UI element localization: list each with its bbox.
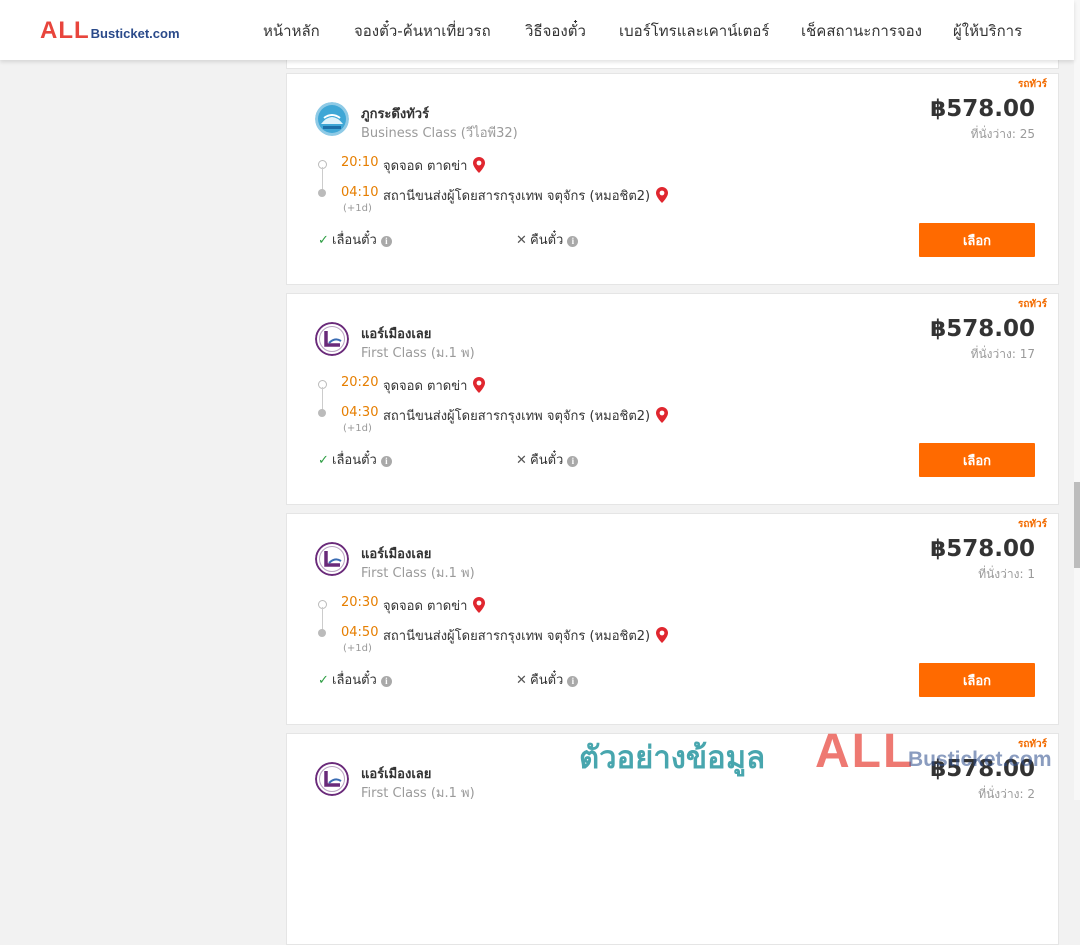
nav-check-status[interactable]: เช็คสถานะการจอง <box>801 19 922 43</box>
refund-feature: ✕ คืนตั๋ว i <box>516 229 579 250</box>
select-trip-button[interactable]: เลือก <box>919 443 1035 477</box>
arrival-place-label: สถานีขนส่งผู้โดยสารกรุงเทพ จตุจักร (หมอช… <box>383 409 651 424</box>
info-icon[interactable]: i <box>567 456 579 467</box>
info-icon[interactable]: i <box>380 676 392 687</box>
map-pin-icon[interactable] <box>656 627 669 643</box>
select-trip-button[interactable]: เลือก <box>919 223 1035 257</box>
departure-time: 20:30 <box>341 595 379 610</box>
phukradueng-tour-logo-icon <box>315 102 349 136</box>
next-day-label: (+1d) <box>343 203 372 214</box>
departure-time: 20:20 <box>341 375 379 390</box>
previous-card-edge <box>286 60 1059 69</box>
departure-place-label: จุดจอด ตาดข่า <box>383 599 468 614</box>
air-mueang-loei-logo-icon <box>315 322 349 356</box>
arrival-time: 04:10 <box>341 185 379 200</box>
check-icon: ✓ <box>318 673 329 688</box>
watermark-logo-all: ALL <box>815 725 915 778</box>
departure-time: 20:10 <box>341 155 379 170</box>
nav-how-to-book[interactable]: วิธีจองตั๋ว <box>525 19 586 43</box>
arrival-place: สถานีขนส่งผู้โดยสารกรุงเทพ จตุจักร (หมอช… <box>383 625 669 646</box>
tour-bus-tag: รถทัวร์ <box>1017 79 1047 90</box>
cross-icon: ✕ <box>516 453 527 468</box>
nav-book-search[interactable]: จองตั๋ว-ค้นหาเที่ยวรถ <box>354 19 491 43</box>
seats-available: ที่นั่งว่าง: 2 <box>978 787 1035 801</box>
arrival-time: 04:30 <box>341 405 379 420</box>
refund-label: คืนตั๋ว <box>530 673 564 688</box>
map-pin-icon[interactable] <box>473 377 486 393</box>
nav-home[interactable]: หน้าหลัก <box>263 19 320 43</box>
map-pin-icon[interactable] <box>473 597 486 613</box>
operator-name: แอร์เมืองเลย <box>361 327 432 342</box>
operator-name: แอร์เมืองเลย <box>361 767 432 782</box>
check-icon: ✓ <box>318 233 329 248</box>
refund-feature: ✕ คืนตั๋ว i <box>516 449 579 470</box>
cross-icon: ✕ <box>516 673 527 688</box>
nav-operators[interactable]: ผู้ให้บริการ <box>953 19 1022 43</box>
seats-available: ที่นั่งว่าง: 1 <box>978 567 1035 581</box>
info-icon[interactable]: i <box>380 236 392 247</box>
site-header: ALL Busticket.com หน้าหลัก จองตั๋ว-ค้นหา… <box>0 0 1074 60</box>
ticket-price: ฿578.00 <box>930 96 1035 122</box>
trip-card: รถทัวร์ แอร์เมืองเลย First Class (ม.1 พ)… <box>286 293 1059 505</box>
seats-available: ที่นั่งว่าง: 25 <box>970 127 1035 141</box>
sample-data-watermark: ตัวอย่างข้อมูล <box>579 740 766 776</box>
info-icon[interactable]: i <box>567 676 579 687</box>
air-mueang-loei-logo-icon <box>315 762 349 796</box>
operator-name: แอร์เมืองเลย <box>361 547 432 562</box>
cross-icon: ✕ <box>516 233 527 248</box>
reschedule-label: เลื่อนตั๋ว <box>332 233 377 248</box>
trip-card: รถทัวร์ แอร์เมืองเลย First Class (ม.1 พ)… <box>286 513 1059 725</box>
departure-place-label: จุดจอด ตาดข่า <box>383 379 468 394</box>
bus-class: Business Class (วีไอพี32) <box>361 126 518 141</box>
timeline-destination-dot <box>318 189 326 197</box>
tour-bus-tag: รถทัวร์ <box>1017 519 1047 530</box>
arrival-place: สถานีขนส่งผู้โดยสารกรุงเทพ จตุจักร (หมอช… <box>383 185 669 206</box>
arrival-place-label: สถานีขนส่งผู้โดยสารกรุงเทพ จตุจักร (หมอช… <box>383 629 651 644</box>
departure-place-label: จุดจอด ตาดข่า <box>383 159 468 174</box>
refund-feature: ✕ คืนตั๋ว i <box>516 669 579 690</box>
info-icon[interactable]: i <box>567 236 579 247</box>
bus-class: First Class (ม.1 พ) <box>361 346 475 361</box>
main-nav: หน้าหลัก จองตั๋ว-ค้นหาเที่ยวรถ วิธีจองตั… <box>0 0 1074 60</box>
air-mueang-loei-logo-icon <box>315 542 349 576</box>
arrival-time: 04:50 <box>341 625 379 640</box>
tour-bus-tag: รถทัวร์ <box>1017 299 1047 310</box>
refund-label: คืนตั๋ว <box>530 453 564 468</box>
map-pin-icon[interactable] <box>473 157 486 173</box>
select-trip-button[interactable]: เลือก <box>919 663 1035 697</box>
next-day-label: (+1d) <box>343 423 372 434</box>
page-scrollbar[interactable] <box>1074 0 1080 800</box>
bus-class: First Class (ม.1 พ) <box>361 566 475 581</box>
departure-place: จุดจอด ตาดข่า <box>383 595 486 616</box>
reschedule-feature: ✓ เลื่อนตั๋ว i <box>318 229 392 250</box>
refund-label: คืนตั๋ว <box>530 233 564 248</box>
arrival-place: สถานีขนส่งผู้โดยสารกรุงเทพ จตุจักร (หมอช… <box>383 405 669 426</box>
operator-name: ภูกระดึงทัวร์ <box>361 107 430 122</box>
watermark-logo-busticket: Busticket.com <box>908 748 1052 771</box>
scrollbar-thumb[interactable] <box>1074 482 1080 568</box>
reschedule-label: เลื่อนตั๋ว <box>332 453 377 468</box>
ticket-price: ฿578.00 <box>930 316 1035 342</box>
departure-place: จุดจอด ตาดข่า <box>383 375 486 396</box>
reschedule-feature: ✓ เลื่อนตั๋ว i <box>318 669 392 690</box>
departure-place: จุดจอด ตาดข่า <box>383 155 486 176</box>
ticket-price: ฿578.00 <box>930 536 1035 562</box>
timeline-destination-dot <box>318 629 326 637</box>
seats-available: ที่นั่งว่าง: 17 <box>970 347 1035 361</box>
check-icon: ✓ <box>318 453 329 468</box>
next-day-label: (+1d) <box>343 643 372 654</box>
info-icon[interactable]: i <box>380 456 392 467</box>
trip-card: รถทัวร์ ภูกระดึงทัวร์ Business Class (วี… <box>286 73 1059 285</box>
timeline-destination-dot <box>318 409 326 417</box>
map-pin-icon[interactable] <box>656 407 669 423</box>
reschedule-label: เลื่อนตั๋ว <box>332 673 377 688</box>
map-pin-icon[interactable] <box>656 187 669 203</box>
reschedule-feature: ✓ เลื่อนตั๋ว i <box>318 449 392 470</box>
arrival-place-label: สถานีขนส่งผู้โดยสารกรุงเทพ จตุจักร (หมอช… <box>383 189 651 204</box>
nav-phone-counter[interactable]: เบอร์โทรและเคาน์เตอร์ <box>619 19 769 43</box>
